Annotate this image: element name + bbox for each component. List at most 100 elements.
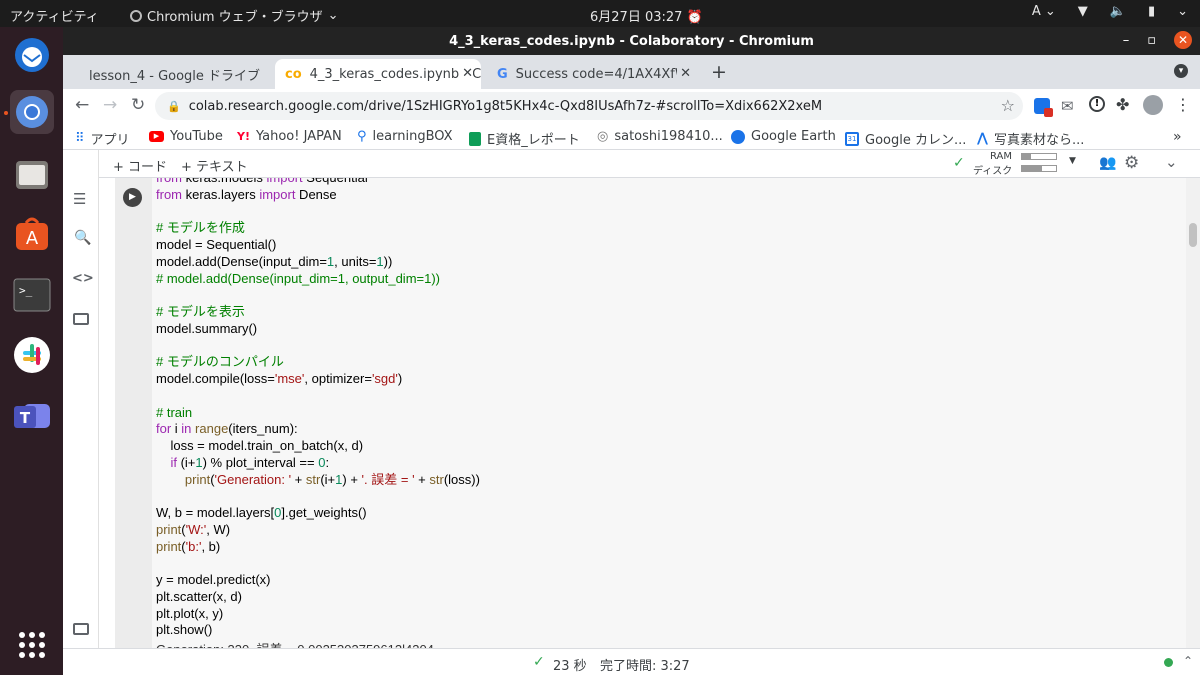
svg-text:A: A <box>26 228 39 249</box>
search-icon[interactable]: 🔍 <box>74 230 91 246</box>
browser-menu-icon[interactable]: ⋮ <box>1175 95 1191 114</box>
collapse-header-icon[interactable]: ⌄ <box>1165 153 1178 171</box>
execution-completed-time: 完了時間: 3:27 <box>600 659 690 674</box>
add-text-button[interactable]: + テキスト <box>181 156 248 175</box>
system-tray[interactable]: A ⌄ ▼ 🔈 ▮ ⌄ <box>1032 4 1188 19</box>
bookmarks-bar: ⠿ アプリ ▶ YouTube Y! Yahoo! JAPAN ⚲ learningBO… <box>63 123 1200 150</box>
notebook-scrollbar[interactable] <box>1186 178 1200 648</box>
sheets-icon <box>469 131 481 146</box>
maximize-button[interactable]: ▫ <box>1147 33 1156 48</box>
colab-icon: co <box>285 66 302 82</box>
profile-avatar[interactable] <box>1143 95 1163 115</box>
bookmark-label: learningBOX <box>372 129 453 144</box>
runtime-status[interactable]: ✓ RAM ディスク ▼ <box>953 151 1083 177</box>
clock[interactable]: 6月27日 03:27 ⏰ <box>590 6 703 25</box>
execution-elapsed: 23 秒 <box>553 659 587 674</box>
show-applications-icon[interactable] <box>10 623 54 667</box>
ram-meter <box>1021 153 1057 160</box>
share-people-icon[interactable]: 👥 <box>1099 155 1116 171</box>
bookmark-label: E資格_レポート <box>487 133 580 148</box>
bookmark-yahoo[interactable]: Y! Yahoo! JAPAN <box>237 129 342 144</box>
files-icon[interactable] <box>10 152 54 196</box>
bookmark-e-report[interactable]: E資格_レポート <box>469 129 580 148</box>
back-button[interactable]: ← <box>75 95 89 115</box>
teams-icon[interactable]: T <box>10 394 54 438</box>
scrollbar-thumb[interactable] <box>1189 223 1197 247</box>
thunderbird-icon[interactable] <box>10 33 54 77</box>
tab-close-icon[interactable]: ✕ <box>677 66 691 81</box>
code-line: print('Generation: ' + str(i+1) + '. 誤差 … <box>184 471 480 487</box>
tab-colab[interactable]: co 4_3_keras_codes.ipynb - C ✕ <box>275 59 481 89</box>
colab-toolbar: + コード + テキスト ✓ RAM ディスク ▼ 👥 ⚙ ⌄ <box>63 150 1200 178</box>
app-name: Chromium ウェブ・ブラウザ <box>147 10 323 25</box>
tab-search-icon[interactable]: ▾ <box>1174 64 1188 78</box>
code-editor[interactable]: from keras.models import Sequentialfrom … <box>156 178 480 639</box>
bookmark-google-calendar[interactable]: 31 Google カレン... <box>845 129 966 148</box>
address-bar[interactable]: 🔒 colab.research.google.com/drive/1SzHIG… <box>155 92 1023 120</box>
tab-close-icon[interactable]: ✕ <box>459 66 473 81</box>
bookmark-star-icon[interactable]: ☆ <box>1001 96 1015 115</box>
new-tab-button[interactable]: + <box>711 61 727 83</box>
notebook-area: ▶ from keras.models import Sequentialfro… <box>99 178 1186 648</box>
bookmarks-overflow-icon[interactable]: » <box>1173 129 1182 145</box>
activities-button[interactable]: アクティビティ <box>10 6 99 25</box>
google-g-icon: G <box>497 66 508 82</box>
chromium-icon <box>130 9 142 22</box>
code-line: # model.add(Dense(input_dim=1, output_di… <box>156 270 441 286</box>
input-method-label: A <box>1031 4 1041 19</box>
table-of-contents-icon[interactable]: ☰ <box>73 190 86 208</box>
tab-success-code[interactable]: G Success code=4/1AX4XfW ✕ <box>487 59 699 89</box>
tab-drive[interactable]: lesson_4 - Google ドライブ <box>71 59 269 89</box>
clock-text: 6月27日 03:27 <box>590 10 683 25</box>
bookmark-youtube[interactable]: ▶ YouTube <box>149 129 223 144</box>
colab-status-bar: ✓ 23 秒 完了時間: 3:27 ⌃ <box>63 648 1200 675</box>
code-line: from keras.layers import Dense <box>156 186 337 202</box>
ram-label: RAM <box>990 151 1013 162</box>
settings-gear-icon[interactable]: ⚙ <box>1124 153 1139 173</box>
code-snippets-icon[interactable]: <> <box>72 271 94 286</box>
software-center-icon[interactable]: A <box>10 212 54 256</box>
close-window-button[interactable]: ✕ <box>1174 31 1192 49</box>
app-menu[interactable]: Chromium ウェブ・ブラウザ ⌄ <box>130 6 339 25</box>
svg-text:>_: >_ <box>19 284 33 297</box>
runtime-dropdown-icon[interactable]: ▼ <box>1069 156 1076 166</box>
run-cell-button[interactable]: ▶ <box>123 188 142 207</box>
chromium-dock-icon[interactable] <box>10 90 54 134</box>
lock-icon: 🔒 <box>167 99 181 113</box>
bookmark-apps[interactable]: ⠿ アプリ <box>75 129 130 148</box>
gmail-extension-icon[interactable]: ✉ <box>1061 97 1074 115</box>
forward-button[interactable]: → <box>103 95 117 115</box>
window-titlebar[interactable]: 4_3_keras_codes.ipynb - Colaboratory - C… <box>63 27 1200 55</box>
terminal-icon[interactable]: >_ <box>10 273 54 317</box>
extension-icon-red[interactable] <box>1034 98 1053 117</box>
status-expand-icon[interactable]: ⌃ <box>1183 654 1193 668</box>
bookmark-photo-site[interactable]: ⋀ 写真素材なら... <box>977 129 1084 148</box>
command-palette-icon[interactable] <box>73 623 89 635</box>
code-line: # モデルのコンパイル <box>156 354 284 370</box>
slack-icon[interactable] <box>10 333 54 377</box>
code-line: print('b:', b) <box>156 538 221 554</box>
minimize-button[interactable]: – <box>1123 33 1130 48</box>
tab-label: 4_3_keras_codes.ipynb - C <box>309 66 481 82</box>
code-line: W, b = model.layers[0].get_weights() <box>156 505 367 520</box>
reload-button[interactable]: ↻ <box>131 95 145 115</box>
code-cell[interactable]: ▶ from keras.models import Sequentialfro… <box>115 178 1186 648</box>
input-method-indicator[interactable]: A ⌄ <box>1032 4 1056 19</box>
bookmark-github[interactable]: ◎ satoshi198410... <box>597 129 723 144</box>
add-code-button[interactable]: + コード <box>113 156 167 175</box>
code-line: plt.show() <box>156 622 213 638</box>
disk-meter-fill <box>1022 166 1043 171</box>
info-extension-icon[interactable]: ! <box>1089 96 1105 112</box>
extensions-puzzle-icon[interactable]: ✤ <box>1116 95 1129 114</box>
code-line: from keras.models import Sequential <box>156 178 480 187</box>
files-folder-icon[interactable] <box>73 313 89 325</box>
battery-icon: ▮ <box>1147 4 1156 19</box>
bookmark-google-earth[interactable]: Google Earth <box>731 129 836 144</box>
power-menu-icon: ⌄ <box>1177 4 1188 19</box>
code-line: plt.scatter(x, d) <box>156 588 242 604</box>
bookmark-learningbox[interactable]: ⚲ learningBOX <box>357 129 453 144</box>
github-icon: ◎ <box>597 129 609 144</box>
